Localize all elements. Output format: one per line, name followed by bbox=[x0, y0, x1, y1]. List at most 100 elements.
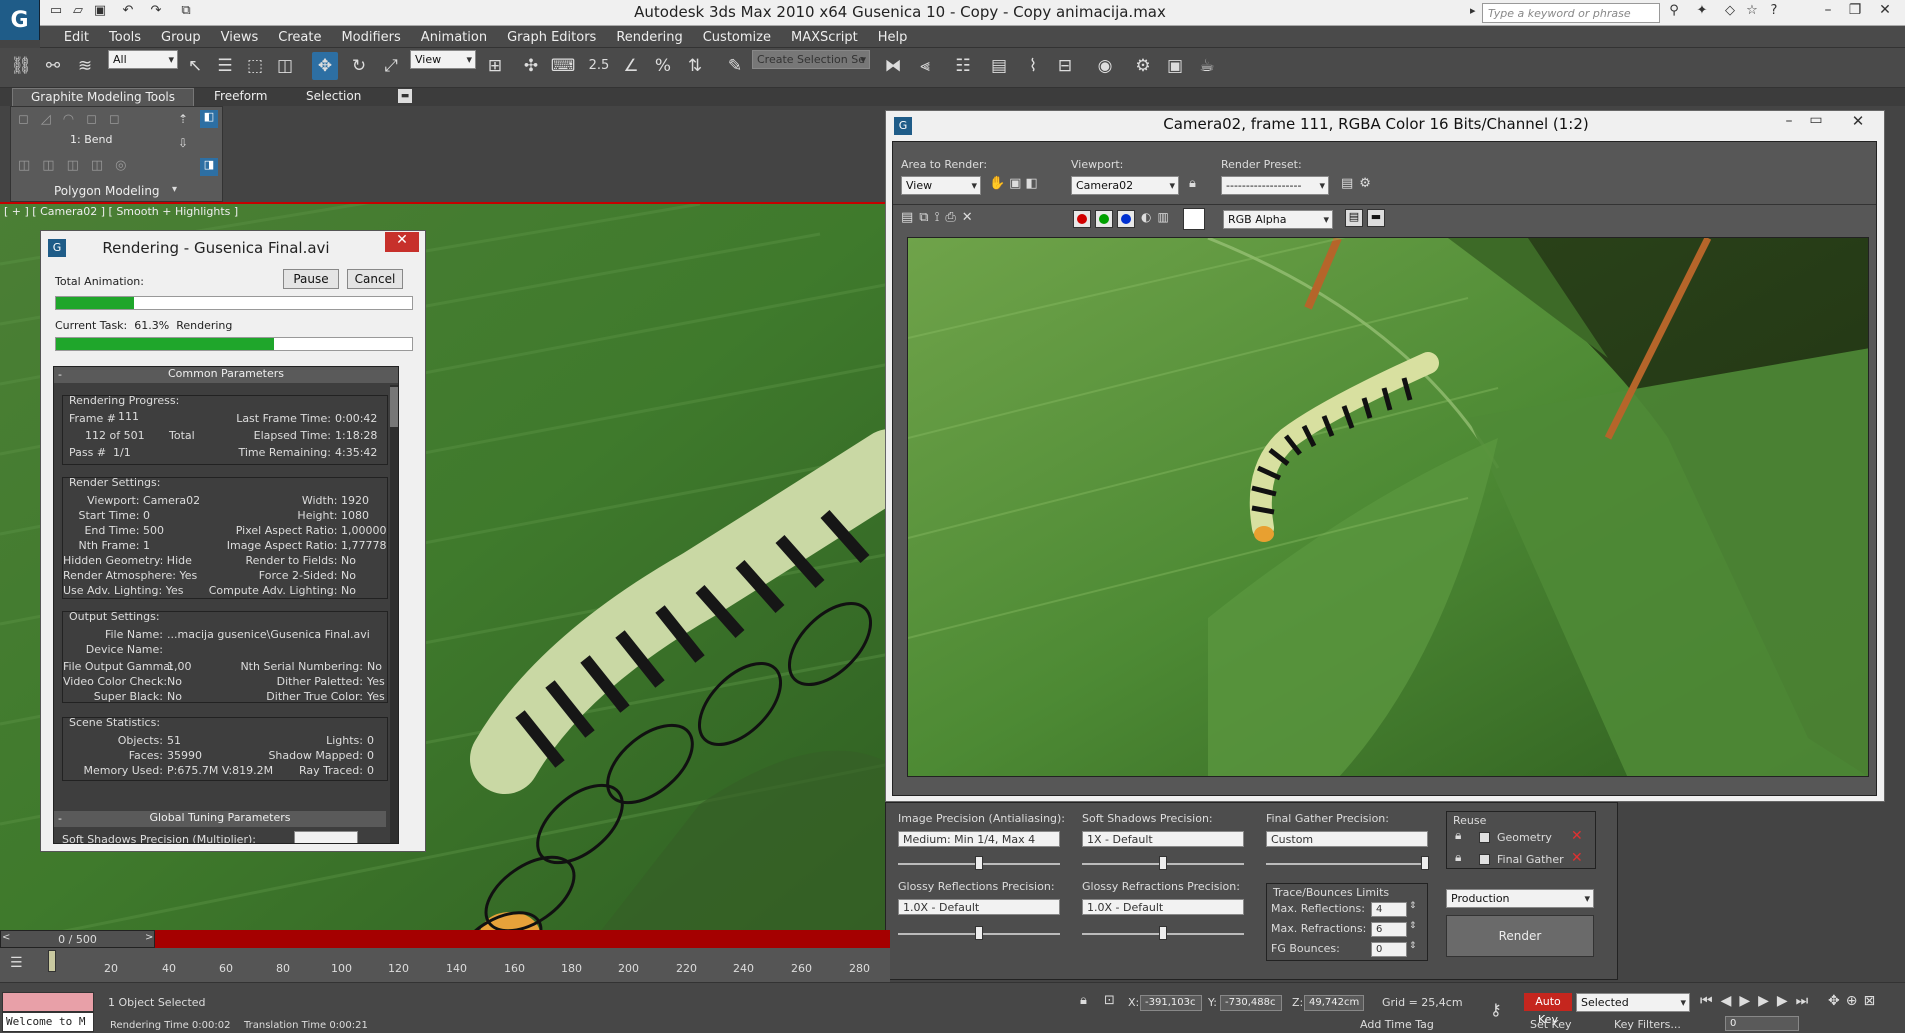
cutoff-dropdown[interactable] bbox=[294, 831, 358, 843]
common-parameters-header[interactable]: Common Parameters bbox=[54, 367, 398, 383]
favorites-icon[interactable]: ☆ bbox=[1742, 3, 1762, 21]
tab-selection[interactable]: Selection bbox=[288, 88, 379, 106]
glossy-reflections-field[interactable]: 1.0X - Default bbox=[898, 899, 1060, 915]
selection-filter-dropdown[interactable]: All bbox=[108, 50, 178, 69]
redo-icon[interactable]: ↷ bbox=[146, 3, 166, 21]
pivot-center-icon[interactable]: ⊞ bbox=[482, 52, 508, 80]
curve-editor-icon[interactable]: ⌇ bbox=[1020, 52, 1046, 80]
save-copy-clone-print-icons[interactable]: ▤⧉⟟⎙✕ bbox=[901, 210, 979, 225]
spinner-arrows-icon[interactable]: ⇕ bbox=[1409, 941, 1417, 951]
lock-icon[interactable]: 🔒︎ bbox=[1189, 176, 1196, 191]
help-icon[interactable]: ? bbox=[1764, 3, 1784, 21]
glossy-reflections-slider[interactable] bbox=[898, 923, 1060, 943]
glossy-refractions-field[interactable]: 1.0X - Default bbox=[1082, 899, 1244, 915]
track-bar[interactable] bbox=[0, 948, 890, 982]
restore-icon[interactable]: ❐ bbox=[1840, 2, 1870, 22]
red-channel-toggle[interactable] bbox=[1073, 210, 1091, 228]
ribbon-options-icon[interactable]: ▬ bbox=[398, 89, 412, 103]
rollout-collapse-icon[interactable]: - bbox=[58, 812, 62, 825]
link-icon[interactable]: ⛓ bbox=[8, 52, 34, 80]
menu-tools[interactable]: Tools bbox=[99, 26, 151, 48]
ribbon-tool-icons-row2[interactable]: ◫◫◫◫◎ bbox=[18, 158, 158, 174]
fg-precision-slider[interactable] bbox=[1266, 853, 1429, 873]
reference-coordinate-dropdown[interactable]: View bbox=[410, 50, 476, 69]
fg-bounces-spinner[interactable]: 0 bbox=[1371, 942, 1407, 957]
fg-precision-slider-knob[interactable] bbox=[1420, 856, 1429, 870]
select-by-name-icon[interactable]: ☰ bbox=[212, 52, 238, 80]
menu-group[interactable]: Group bbox=[151, 26, 211, 48]
blue-channel-toggle[interactable] bbox=[1117, 210, 1135, 228]
lock-geometry-icon[interactable]: 🔒︎ bbox=[1455, 828, 1461, 843]
bind-spacewarp-icon[interactable]: ≋ bbox=[72, 52, 98, 80]
next-frame-icon[interactable]: > bbox=[145, 932, 153, 943]
polygon-modeling-label[interactable]: Polygon Modeling bbox=[54, 184, 160, 198]
rendered-image[interactable] bbox=[907, 237, 1869, 777]
menu-animation[interactable]: Animation bbox=[411, 26, 497, 48]
soft-shadows-slider-knob[interactable] bbox=[1159, 856, 1167, 870]
spinner-snap-icon[interactable]: ⇅ bbox=[682, 52, 708, 80]
minimize-icon[interactable]: – bbox=[1779, 113, 1799, 129]
new-file-icon[interactable]: ▭ bbox=[46, 3, 66, 21]
menu-create[interactable]: Create bbox=[268, 26, 331, 48]
key-mode-icon[interactable]: ⚷ bbox=[1490, 1000, 1502, 1019]
display-channel-dropdown[interactable]: RGB Alpha bbox=[1223, 210, 1333, 229]
key-selection-dropdown[interactable]: Selected bbox=[1576, 993, 1690, 1012]
current-frame-field[interactable]: 0 bbox=[1725, 1016, 1799, 1031]
cancel-button[interactable]: Cancel bbox=[347, 269, 403, 289]
save-file-icon[interactable]: ▣ bbox=[90, 3, 110, 21]
toggle-ui-icon[interactable]: ▬ bbox=[1367, 209, 1385, 227]
set-key-button[interactable]: Set Key bbox=[1530, 1018, 1572, 1031]
project-folder-icon[interactable]: ⧉ bbox=[176, 3, 196, 21]
image-precision-field[interactable]: Medium: Min 1/4, Max 4 bbox=[898, 831, 1060, 847]
clear-geometry-icon[interactable]: ✕ bbox=[1571, 828, 1583, 844]
soft-shadows-slider[interactable] bbox=[1082, 853, 1244, 873]
z-coordinate-field[interactable]: 49,742cm bbox=[1304, 995, 1364, 1011]
ribbon-tool-icons[interactable]: ◻◿◠◻◻ bbox=[18, 112, 158, 128]
x-coordinate-field[interactable]: -391,103c bbox=[1140, 995, 1202, 1011]
render-setup-icon[interactable]: ⚙ bbox=[1130, 52, 1156, 80]
global-tuning-header[interactable]: Global Tuning Parameters bbox=[54, 811, 386, 827]
minimize-icon[interactable]: – bbox=[1813, 2, 1843, 22]
unlink-icon[interactable]: ⚯ bbox=[40, 52, 66, 80]
lock-final-gather-icon[interactable]: 🔒︎ bbox=[1455, 850, 1461, 865]
rollout-scrollbar[interactable] bbox=[390, 385, 398, 843]
selection-lock-icon[interactable]: 🔒︎ bbox=[1080, 993, 1087, 1008]
color-swatch[interactable] bbox=[1183, 208, 1205, 230]
glossy-reflections-slider-knob[interactable] bbox=[975, 926, 983, 940]
schematic-view-icon[interactable]: ⊟ bbox=[1052, 52, 1078, 80]
graphite-toggle-icon[interactable]: ▤ bbox=[986, 52, 1012, 80]
open-file-icon[interactable]: ▱ bbox=[68, 3, 88, 21]
pause-button[interactable]: Pause bbox=[283, 269, 339, 289]
search-input[interactable]: Type a keyword or phrase bbox=[1482, 3, 1660, 23]
menu-edit[interactable]: Edit bbox=[54, 26, 99, 48]
close-icon[interactable]: ✕ bbox=[1838, 112, 1878, 130]
maxscript-listener[interactable] bbox=[2, 992, 94, 1012]
spinner-arrows-icon[interactable]: ⇕ bbox=[1409, 901, 1417, 911]
image-precision-slider-knob[interactable] bbox=[975, 856, 983, 870]
keyboard-shortcut-icon[interactable]: ⌨ bbox=[550, 52, 576, 80]
clear-final-gather-icon[interactable]: ✕ bbox=[1571, 850, 1583, 866]
menu-rendering[interactable]: Rendering bbox=[606, 26, 692, 48]
green-channel-toggle[interactable] bbox=[1095, 210, 1113, 228]
expand-arrow-icon[interactable]: ▸ bbox=[1470, 4, 1476, 17]
subscription-icon[interactable]: ✦ bbox=[1692, 3, 1712, 21]
absolute-mode-icon[interactable]: ⊡ bbox=[1104, 993, 1115, 1008]
ribbon-pin-icon[interactable]: ◧ bbox=[200, 110, 218, 128]
glossy-refractions-slider[interactable] bbox=[1082, 923, 1244, 943]
max-refractions-spinner[interactable]: 6 bbox=[1371, 922, 1407, 937]
menu-graph-editors[interactable]: Graph Editors bbox=[497, 26, 606, 48]
playback-controls[interactable]: ⏮◀▶▶▶⏭ bbox=[1700, 993, 1816, 1009]
rollout-collapse-icon[interactable]: - bbox=[58, 368, 62, 381]
tab-graphite-modeling-tools[interactable]: Graphite Modeling Tools bbox=[12, 88, 195, 106]
viewport-navigation-controls[interactable]: ✥⊕⊠ bbox=[1828, 993, 1881, 1009]
image-precision-slider[interactable] bbox=[898, 853, 1060, 873]
viewport-label[interactable]: [ + ] [ Camera02 ] [ Smooth + Highlights… bbox=[4, 205, 238, 218]
polygon-modeling-dropdown-icon[interactable]: ▾ bbox=[172, 184, 177, 195]
menu-views[interactable]: Views bbox=[211, 26, 269, 48]
menu-customize[interactable]: Customize bbox=[693, 26, 781, 48]
named-selection-dropdown[interactable]: Create Selection Se bbox=[752, 50, 870, 69]
spinner-arrows-icon[interactable]: ⇕ bbox=[1409, 921, 1417, 931]
rotate-icon[interactable]: ↻ bbox=[346, 52, 372, 80]
viewport-dropdown[interactable]: Camera02 bbox=[1071, 176, 1179, 195]
window-crossing-icon[interactable]: ◫ bbox=[272, 52, 298, 80]
